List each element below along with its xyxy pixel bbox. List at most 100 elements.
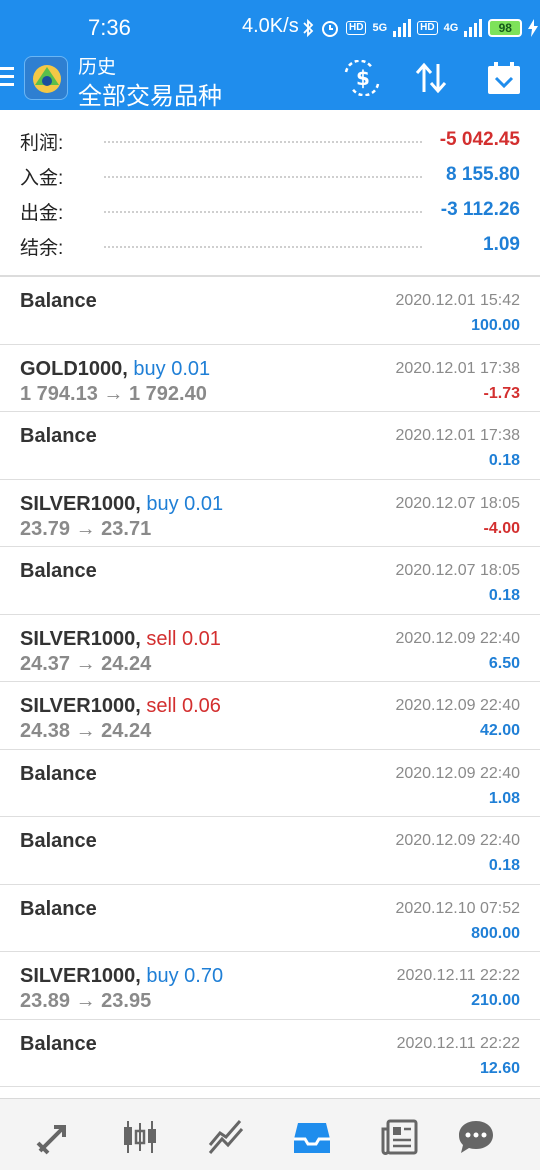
candlestick-chart-icon xyxy=(124,1121,156,1153)
summary-label: 结余: xyxy=(20,238,64,259)
sort-icon[interactable] xyxy=(412,60,452,96)
deal-title: Balance xyxy=(20,1033,97,1056)
deal-title: SILVER1000, sell 0.01 xyxy=(20,628,221,651)
summary-value: 1.09 xyxy=(483,234,520,255)
status-time: 7:36 xyxy=(88,15,131,40)
deal-title: Balance xyxy=(20,290,97,313)
signal-icon-2 xyxy=(464,19,483,37)
deal-profit: 6.50 xyxy=(488,654,520,672)
deal-datetime: 2020.12.09 22:40 xyxy=(395,629,520,647)
status-icons: HD 5G HD 4G 98 xyxy=(302,14,539,42)
menu-icon[interactable] xyxy=(0,67,14,87)
summary-row-balance: 结余: 1.09 xyxy=(0,225,540,260)
deal-row[interactable]: Balance 2020.12.09 22:40 0.18 xyxy=(0,817,540,885)
history-inbox-icon xyxy=(294,1123,330,1153)
deal-prices: 24.38 → 24.24 xyxy=(20,720,152,742)
deal-side: buy 0.01 xyxy=(146,492,224,515)
summary-label: 利润: xyxy=(20,133,64,154)
deal-profit: 100.00 xyxy=(471,317,520,334)
deal-row[interactable]: Balance 2020.12.09 22:40 1.08 xyxy=(0,750,540,817)
deal-profit: 1.08 xyxy=(488,789,520,807)
deal-profit: 42.00 xyxy=(479,722,520,739)
deal-symbol: Balance xyxy=(20,897,97,920)
deal-row[interactable]: Balance 2020.12.01 17:38 0.18 xyxy=(0,412,540,480)
deal-profit: 210.00 xyxy=(471,992,520,1009)
deal-row[interactable]: SILVER1000, sell 0.06 24.38 → 24.24 2020.1… xyxy=(0,682,540,750)
leader-dots xyxy=(104,141,422,143)
deal-title: Balance xyxy=(20,560,97,583)
summary-row-withdrawal: 出金: -3 112.26 xyxy=(0,190,540,225)
nav-history[interactable] xyxy=(292,1117,332,1157)
summary-value: -3 112.26 xyxy=(440,199,520,220)
app-bar: 历史 全部交易品种 $ xyxy=(0,48,540,110)
net-type-1: 5G xyxy=(372,22,388,34)
leader-dots xyxy=(104,211,422,213)
summary-row-deposit: 入金: 8 155.80 xyxy=(0,155,540,190)
deal-title: Balance xyxy=(20,830,97,853)
deal-list: Balance 2020.12.01 15:42 100.00 GOLD1000, b… xyxy=(0,277,540,1087)
bluetooth-icon xyxy=(303,18,314,38)
summary-label: 入金: xyxy=(20,168,64,189)
deal-row[interactable]: Balance 2020.12.10 07:52 800.00 xyxy=(0,885,540,952)
deal-title: Balance xyxy=(20,425,97,448)
leader-dots xyxy=(104,246,422,248)
nav-news[interactable] xyxy=(380,1117,420,1157)
chat-icon xyxy=(459,1121,493,1153)
summary-label: 出金: xyxy=(20,203,64,224)
deal-datetime: 2020.12.01 15:42 xyxy=(395,292,520,309)
deal-datetime: 2020.12.11 22:22 xyxy=(396,967,520,984)
page-title[interactable]: 全部交易品种 xyxy=(78,76,222,111)
currency-filter-icon[interactable]: $ xyxy=(342,59,382,97)
page-subtitle: 历史 xyxy=(78,57,117,78)
deal-row[interactable]: SILVER1000, buy 0.01 23.79 → 23.71 2020.12… xyxy=(0,480,540,547)
deal-row[interactable]: SILVER1000, sell 0.01 24.37 → 24.24 2020.1… xyxy=(0,615,540,682)
calendar-icon[interactable] xyxy=(484,60,524,96)
deal-side: buy 0.70 xyxy=(146,965,224,987)
trade-arrows-icon xyxy=(36,1125,66,1155)
deal-row[interactable]: GOLD1000, buy 0.01 1 794.13 → 1 792.40 202… xyxy=(0,345,540,412)
battery-icon: 98 xyxy=(488,19,523,37)
nav-trade[interactable] xyxy=(34,1117,74,1157)
deal-row[interactable]: Balance 2020.12.01 15:42 100.00 xyxy=(0,277,540,345)
deal-datetime: 2020.12.07 18:05 xyxy=(395,494,520,512)
news-icon xyxy=(381,1119,418,1155)
deal-symbol: Balance xyxy=(20,560,97,582)
trend-chart-icon xyxy=(208,1120,244,1154)
hd-badge-1: HD xyxy=(346,21,367,35)
net-type-2: 4G xyxy=(443,22,459,34)
signal-icon-1 xyxy=(393,19,412,37)
nav-trend[interactable] xyxy=(206,1117,246,1157)
deal-datetime: 2020.12.01 17:38 xyxy=(395,427,520,444)
bottom-navigation xyxy=(0,1098,540,1170)
summary-value: -5 042.45 xyxy=(439,129,520,150)
deal-row[interactable]: Balance 2020.12.07 18:05 0.18 xyxy=(0,547,540,615)
app-logo-icon xyxy=(24,56,68,100)
deal-title: SILVER1000, buy 0.01 xyxy=(20,493,223,516)
deal-datetime: 2020.12.09 22:40 xyxy=(395,697,520,714)
charging-icon xyxy=(528,19,539,37)
hd-badge-2: HD xyxy=(417,21,438,35)
deal-side: buy 0.01 xyxy=(133,357,211,380)
nav-chart[interactable] xyxy=(120,1117,160,1157)
deal-row[interactable]: Balance 2020.12.11 22:22 12.60 xyxy=(0,1020,540,1087)
deal-datetime: 2020.12.01 17:38 xyxy=(395,359,520,377)
deal-prices: 1 794.13 → 1 792.40 xyxy=(20,382,207,405)
deal-side: sell 0.01 xyxy=(146,627,221,650)
deal-profit: 0.18 xyxy=(488,452,520,469)
deal-symbol: Balance xyxy=(20,290,97,312)
deal-symbol: SILVER1000, xyxy=(20,492,141,515)
deal-datetime: 2020.12.10 07:52 xyxy=(395,899,520,917)
deal-row[interactable]: SILVER1000, buy 0.70 23.89 → 23.95 2020.12… xyxy=(0,952,540,1020)
summary-row-profit: 利润: -5 042.45 xyxy=(0,120,540,155)
deal-prices: 23.79 → 23.71 xyxy=(20,517,152,540)
battery-level: 98 xyxy=(498,21,512,35)
deal-symbol: SILVER1000, xyxy=(20,965,141,987)
deal-profit: 0.18 xyxy=(488,857,520,874)
nav-chat[interactable] xyxy=(456,1117,496,1157)
deal-symbol: GOLD1000, xyxy=(20,357,128,380)
leader-dots xyxy=(104,176,422,178)
deal-profit: 0.18 xyxy=(488,587,520,604)
deal-datetime: 2020.12.07 18:05 xyxy=(395,562,520,579)
deal-title: Balance xyxy=(20,763,97,786)
svg-text:$: $ xyxy=(356,66,370,90)
